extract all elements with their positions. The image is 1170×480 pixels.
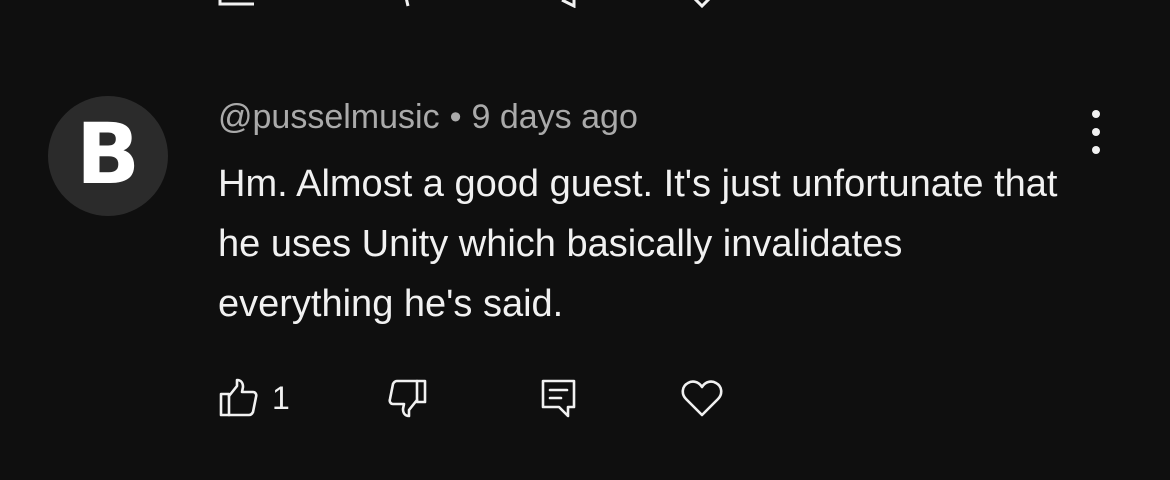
reply-icon	[541, 379, 576, 418]
meta-separator: •	[449, 98, 462, 136]
comment-text: Hm. Almost a good guest. It's just unfor…	[218, 163, 1058, 325]
comment-timestamp: 9 days ago	[471, 98, 638, 136]
more-vertical-icon-dot	[1092, 128, 1100, 136]
more-options-button[interactable]	[1076, 110, 1116, 154]
like-button[interactable]: 1	[218, 376, 290, 420]
heart-icon	[681, 380, 723, 417]
thumbs-up-icon	[219, 378, 258, 417]
avatar[interactable]: B	[48, 96, 168, 216]
reply-button[interactable]	[538, 376, 580, 420]
comment: B @pusselmusic • 9 days ago Hm. Almost a g…	[0, 0, 1170, 480]
avatar-letter: B	[75, 105, 141, 203]
dislike-button[interactable]	[386, 376, 428, 420]
like-count: 1	[272, 379, 290, 416]
more-vertical-icon-dot	[1092, 110, 1100, 118]
comment-author[interactable]: @pusselmusic	[218, 98, 440, 136]
thumbs-down-icon	[388, 379, 427, 418]
comment-actions: 1	[218, 376, 818, 420]
comment-meta: @pusselmusic • 9 days ago	[218, 98, 638, 137]
more-vertical-icon-dot	[1092, 146, 1100, 154]
heart-button[interactable]	[680, 376, 724, 420]
